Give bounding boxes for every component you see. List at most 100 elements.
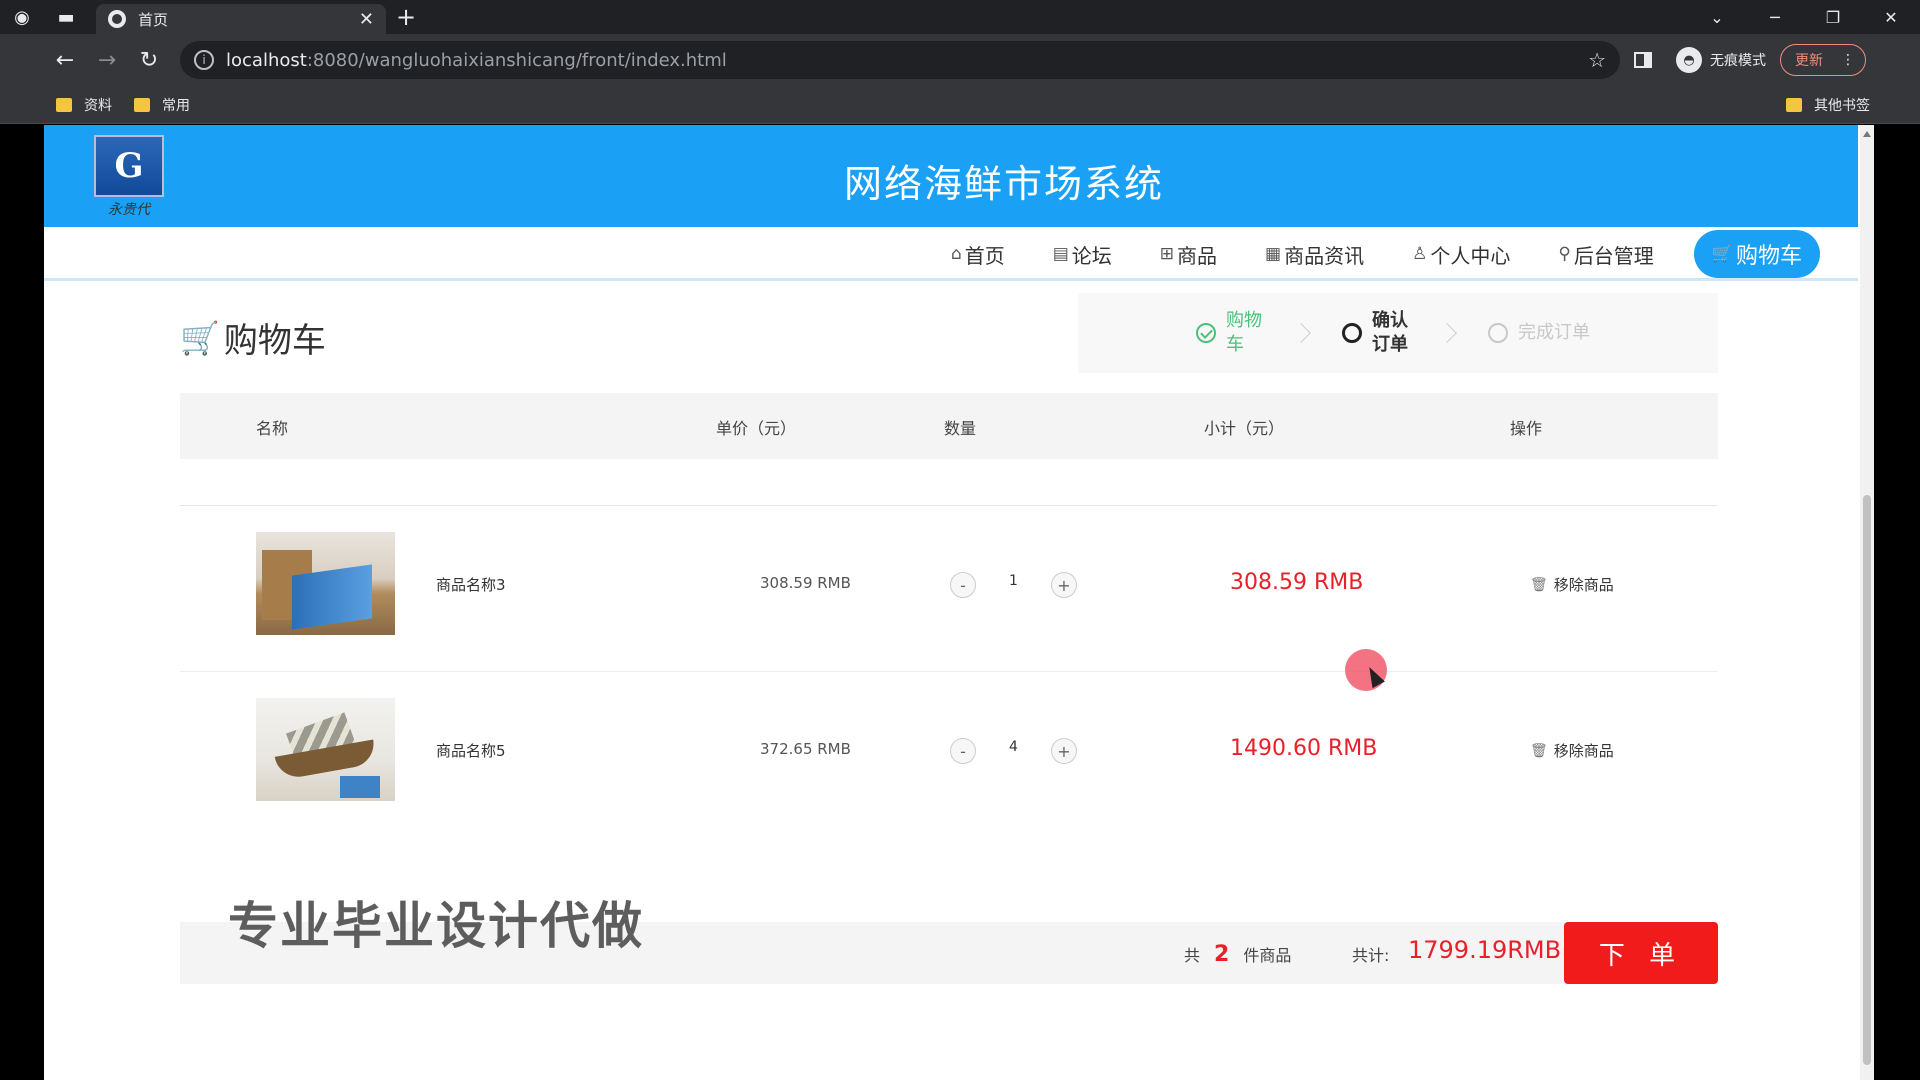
step-label: 完成订单 [1518,322,1590,343]
site-title: 网络海鲜市场系统 [844,162,1165,206]
subtotal: 1490.60 RMB [1230,736,1378,761]
nav-products[interactable]: ⊞ 商品 [1160,240,1217,269]
product-image[interactable] [256,532,395,635]
incognito-indicator[interactable]: ◓ 无痕模式 [1676,47,1766,73]
nav-label: 首页 [964,243,1005,268]
step-label: 确认订单 [1372,310,1408,355]
screen: ◉ ▬ 首页 ✕ + ⌄ ─ ❐ ✕ ← → ↻ i localhost :80… [0,0,1920,1080]
remove-label: 移除商品 [1553,742,1614,760]
forum-icon: ▤ [1052,244,1069,264]
table-row: 商品名称3 308.59 RMB - 1 + 308.59 RMB 🗑 移除商品 [180,506,1718,671]
product-name[interactable]: 商品名称3 [436,574,506,595]
step-cart: 购物车 [1196,309,1270,357]
restore-icon[interactable]: ❐ [1804,0,1862,34]
tab-title: 首页 [138,10,169,29]
nav-profile[interactable]: ♙ 个人中心 [1412,240,1510,269]
bookmarks-bar: 资料 常用 其他书签 [0,86,1920,124]
scrollbar-thumb[interactable] [1863,495,1871,1065]
bookmark-folder[interactable]: 资料 [56,95,112,115]
quantity-value[interactable]: 4 [976,739,1051,755]
close-window-icon[interactable]: ✕ [1862,0,1920,34]
nav-news[interactable]: ▦ 商品资讯 [1265,240,1364,269]
nav-cart[interactable]: 🛒 购物车 [1693,230,1820,278]
back-arrow-icon[interactable]: ← [44,40,86,80]
scroll-up-arrow-icon[interactable] [1863,131,1871,137]
tab-strip-icon[interactable]: ▬ [44,0,88,34]
main-nav: ⌂ 首页 ▤ 论坛 ⊞ 商品 ▦ 商品资讯 ♙ 个人中心 ⚲ 后台管理 🛒 购物… [44,227,1858,281]
address-bar[interactable]: i localhost :8080/wangluohaixianshicang/… [180,41,1620,79]
folder-icon [134,97,150,112]
minimize-icon[interactable]: ─ [1746,0,1804,34]
gift-icon: ⊞ [1159,244,1175,264]
quantity-value[interactable]: 1 [976,573,1051,589]
step-complete: 完成订单 [1488,321,1590,345]
site-header: G 永贵代 网络海鲜市场系统 [44,125,1858,227]
nav-forum[interactable]: ▤ 论坛 [1053,240,1112,269]
column-header: 数量 [944,419,977,438]
logo-mark: G [94,135,164,197]
incognito-label: 无痕模式 [1710,53,1766,69]
quantity-stepper: - 1 + [950,572,1077,598]
browser-tabbar: ◉ ▬ 首页 ✕ + ⌄ ─ ❐ ✕ [0,0,1920,34]
subtotal: 308.59 RMB [1230,570,1364,595]
url-host: localhost [226,49,307,71]
cart-icon: 🛒 [1711,244,1733,264]
nav-label: 个人中心 [1430,243,1511,268]
side-panel-icon[interactable] [1634,52,1652,68]
circle-icon [1342,323,1362,343]
unit-price: 372.65 RMB [760,740,851,758]
incognito-icon: ◓ [1676,47,1702,73]
browser-toolbar: ← → ↻ i localhost :8080/wangluohaixiansh… [0,34,1920,86]
chevron-right-icon [1291,323,1311,343]
url-path: :8080/wangluohaixianshicang/front/index.… [306,49,727,71]
new-tab-button[interactable]: + [386,3,426,31]
watermark-text: 专业毕业设计代做 [228,897,644,955]
product-image[interactable] [256,698,395,801]
item-count: 共 2 件商品 [1184,942,1291,967]
remove-label: 移除商品 [1553,576,1614,594]
product-name[interactable]: 商品名称5 [436,740,506,761]
site-info-icon[interactable]: i [194,50,214,70]
toolbar-right: ◓ 无痕模式 更新 ⋮ [1634,44,1866,76]
place-order-button[interactable]: 下 单 [1564,922,1718,984]
menu-dots-icon[interactable]: ⋮ [1841,52,1855,68]
remove-item-button[interactable]: 🗑 移除商品 [1530,740,1614,761]
increase-button[interactable]: + [1051,572,1077,598]
profile-globe-icon[interactable]: ◉ [0,0,44,34]
logo-signature: 永贵代 [108,202,150,218]
total-label: 共计: [1352,946,1390,965]
news-icon: ▦ [1265,244,1282,264]
bookmark-star-icon[interactable]: ☆ [1588,48,1606,72]
cart-table-header: 名称 单价（元） 数量 小计（元） 操作 [180,393,1718,459]
site-logo[interactable]: G 永贵代 [94,135,164,223]
tab-search-chevron-icon[interactable]: ⌄ [1688,0,1746,34]
remove-item-button[interactable]: 🗑 移除商品 [1530,574,1614,595]
nav-admin[interactable]: ⚲ 后台管理 [1558,240,1653,269]
bookmark-label: 资料 [84,97,112,114]
browser-tab-active[interactable]: 首页 ✕ [96,4,386,34]
circle-icon [1488,323,1508,343]
nav-home[interactable]: ⌂ 首页 [951,240,1005,269]
user-icon: ♙ [1412,244,1428,264]
page-title: 🛒 购物车 [180,313,326,362]
other-bookmarks[interactable]: 其他书签 [1786,95,1870,115]
column-header: 单价（元） [716,419,797,438]
count-suffix: 件商品 [1243,946,1292,965]
decrease-button[interactable]: - [950,572,976,598]
step-label: 购物车 [1226,310,1262,355]
close-icon[interactable]: ✕ [359,9,374,30]
page-scrollbar[interactable] [1860,125,1874,1080]
reload-icon[interactable]: ↻ [128,40,170,80]
update-button[interactable]: 更新 ⋮ [1780,44,1866,76]
forward-arrow-icon[interactable]: → [86,40,128,80]
nav-label: 论坛 [1071,243,1112,268]
count-number: 2 [1214,942,1230,967]
window-controls: ⌄ ─ ❐ ✕ [1688,0,1920,34]
column-header: 操作 [1510,419,1543,438]
total-value: 1799.19RMB [1408,936,1562,964]
column-header: 小计（元） [1204,419,1285,438]
bookmark-folder[interactable]: 常用 [134,95,190,115]
unit-price: 308.59 RMB [760,574,851,592]
decrease-button[interactable]: - [950,738,976,764]
increase-button[interactable]: + [1051,738,1077,764]
